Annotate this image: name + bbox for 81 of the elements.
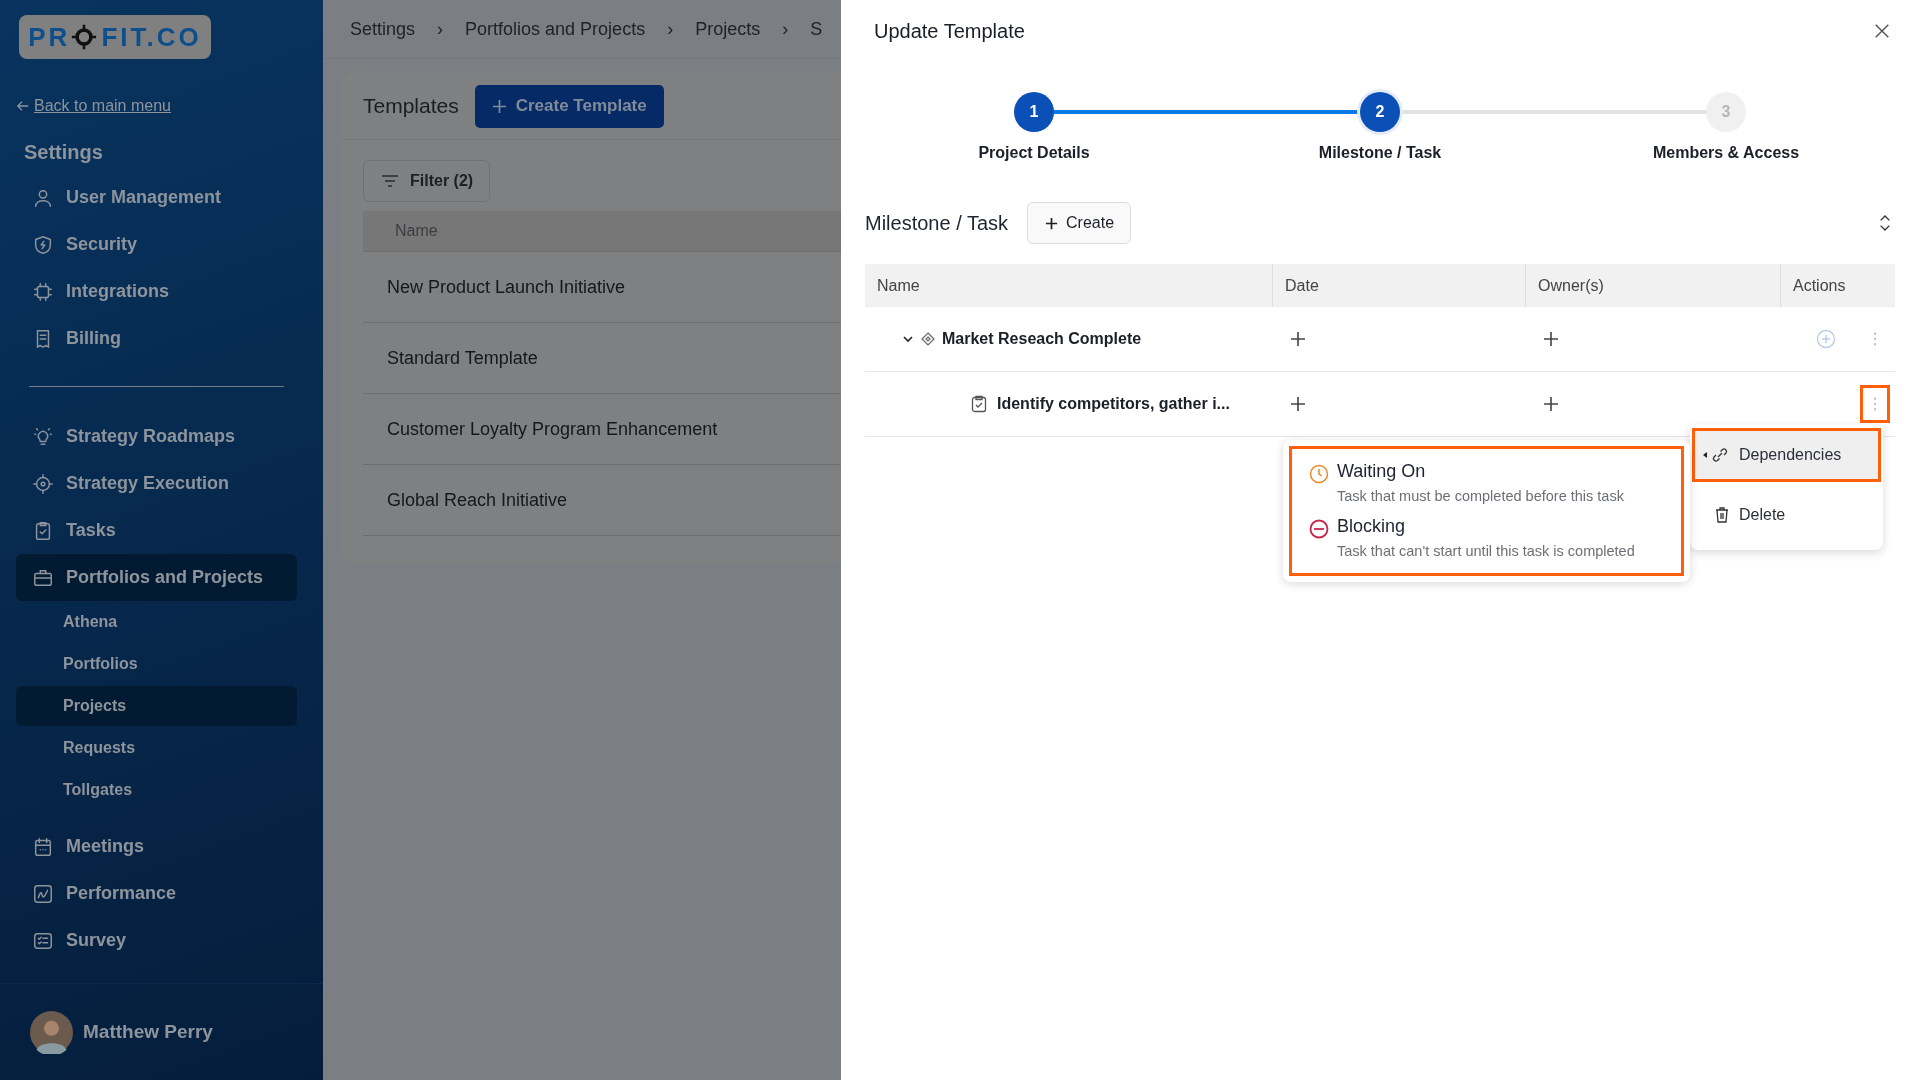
calendar-icon <box>32 835 54 858</box>
sidebar-subitem[interactable]: Portfolios <box>16 644 297 684</box>
breadcrumb-separator: › <box>667 18 674 40</box>
dependency-option[interactable]: Waiting On Task that must be completed before this task <box>1309 457 1671 512</box>
step-number[interactable]: 2 <box>1360 92 1400 132</box>
sidebar-item[interactable]: Portfolios and Projects <box>16 554 297 601</box>
breadcrumb-separator: › <box>437 18 444 40</box>
chevron-down-icon[interactable] <box>902 333 914 345</box>
logo-text: FIT.CO <box>101 21 202 53</box>
link-icon <box>1703 447 1729 463</box>
clock-icon <box>1309 464 1329 484</box>
target-icon <box>71 24 98 50</box>
sidebar-item[interactable]: Meetings <box>16 823 297 870</box>
option-title: Waiting On <box>1337 461 1427 482</box>
plus-icon <box>1044 215 1060 231</box>
plus-icon <box>491 98 507 114</box>
user-name: Matthew Perry <box>83 1021 213 1043</box>
breadcrumb-link[interactable]: S <box>810 18 823 40</box>
option-title: Blocking <box>1337 516 1407 537</box>
sidebar-item[interactable]: Tasks <box>16 507 297 554</box>
trash-icon <box>1715 507 1729 523</box>
breadcrumb-link[interactable]: Projects <box>695 18 761 40</box>
column-header: Actions <box>1792 275 1847 296</box>
more-icon <box>1873 397 1877 411</box>
menu-item[interactable]: Delete <box>1692 488 1881 542</box>
bulb-icon <box>32 425 54 448</box>
sidebar-item[interactable]: Performance <box>16 870 297 917</box>
section-title: Milestone / Task <box>865 211 1009 235</box>
filter-icon <box>381 174 399 188</box>
column-header: Name <box>865 264 1273 307</box>
breadcrumb-separator: › <box>782 18 789 40</box>
diamond-icon <box>921 332 935 346</box>
breadcrumb-link[interactable]: Portfolios and Projects <box>465 18 646 40</box>
option-description: Task that must be completed before this task <box>1337 488 1624 504</box>
sidebar-item[interactable]: Integrations <box>16 268 297 315</box>
step-label: Milestone / Task <box>1318 144 1442 162</box>
section-title: Settings <box>24 141 104 164</box>
target-icon <box>32 472 54 495</box>
drawer-title: Update Template <box>874 19 1025 43</box>
column-header: Owner(s) <box>1526 264 1781 307</box>
arrow-left-icon <box>16 99 30 113</box>
sidebar-item[interactable]: Survey <box>16 917 297 964</box>
blocked-icon <box>1309 519 1329 539</box>
breadcrumb-link[interactable]: Settings <box>350 18 416 40</box>
add-owner-icon[interactable] <box>1543 396 1559 412</box>
option-description: Task that can't start until this task is completed <box>1337 543 1635 559</box>
more-icon <box>1873 332 1877 346</box>
task-name[interactable]: Identify competitors, gather i... <box>997 395 1230 413</box>
step-label: Members & Access <box>1652 144 1800 162</box>
close-icon[interactable] <box>1873 22 1891 40</box>
sidebar-item[interactable]: Security <box>16 221 297 268</box>
shield-icon <box>32 233 54 256</box>
add-date-icon[interactable] <box>1290 396 1306 412</box>
logo-text: PR <box>28 21 71 53</box>
back-link[interactable]: Back to main menu <box>16 97 171 115</box>
sidebar-subitem[interactable]: Athena <box>16 602 297 642</box>
column-header: Date <box>1273 264 1526 307</box>
sidebar-item[interactable]: Strategy Roadmaps <box>16 413 297 460</box>
sidebar-subitem[interactable]: Requests <box>16 728 297 768</box>
dependency-option[interactable]: Blocking Task that can't start until this task is completed <box>1309 512 1671 567</box>
step-number[interactable]: 1 <box>1014 92 1054 132</box>
column-header: Name <box>395 222 438 240</box>
more-button[interactable] <box>1860 385 1890 423</box>
add-date-icon[interactable] <box>1290 331 1306 347</box>
sidebar-item[interactable]: User Management <box>16 174 297 221</box>
clipboard-icon <box>971 395 987 413</box>
step-label: Project Details <box>978 144 1090 162</box>
sidebar-item[interactable]: Billing <box>16 315 297 362</box>
chip-icon <box>32 280 54 303</box>
chart-icon <box>32 882 54 905</box>
menu-item[interactable]: Dependencies <box>1692 428 1881 482</box>
sidebar-item[interactable]: Strategy Execution <box>16 460 297 507</box>
avatar[interactable] <box>30 1010 73 1054</box>
create-button[interactable]: Create <box>1027 202 1132 244</box>
create-template-button[interactable]: Create Template <box>474 84 664 128</box>
page-title: Templates <box>363 94 459 118</box>
sidebar-subitem[interactable]: Projects <box>16 686 297 726</box>
filter-button[interactable]: Filter (2) <box>363 160 491 202</box>
sidebar-subitem[interactable]: Tollgates <box>16 770 297 810</box>
expand-collapse-icon[interactable] <box>1878 213 1892 233</box>
add-owner-icon[interactable] <box>1543 331 1559 347</box>
